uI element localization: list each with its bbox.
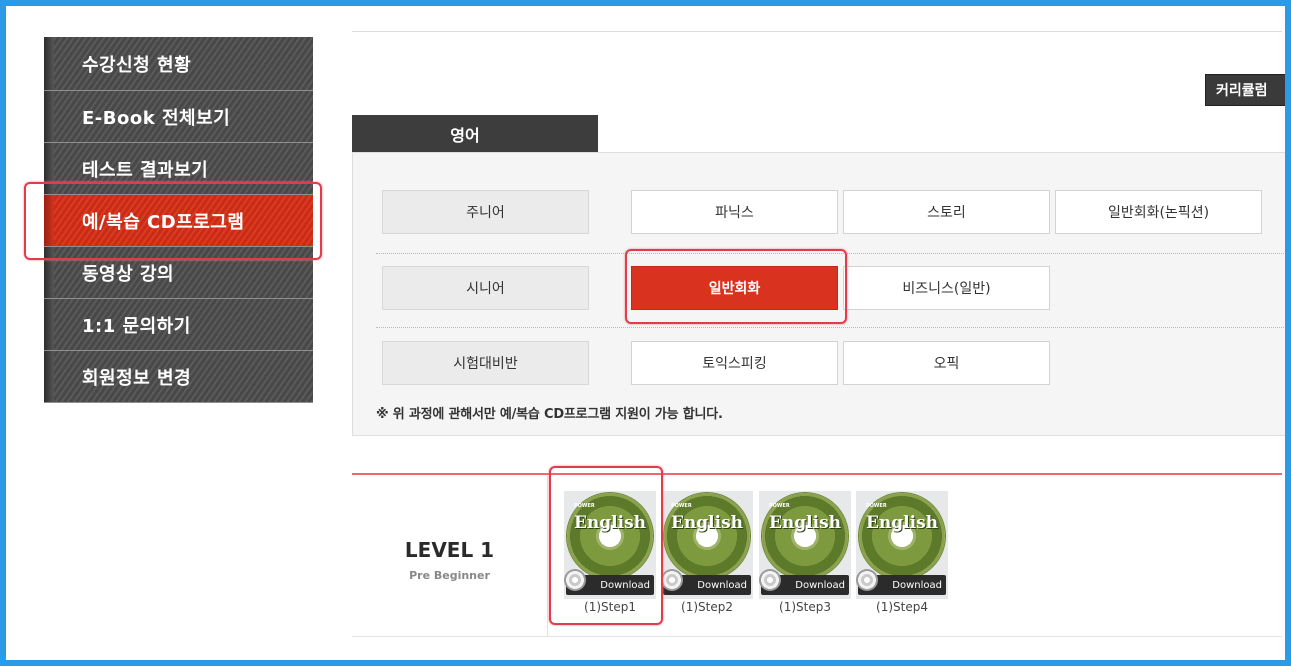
header-divider <box>352 31 1282 32</box>
download-button[interactable]: Download <box>856 569 946 595</box>
disc-icon <box>661 569 683 591</box>
level-section-bottom-divider <box>352 636 1282 637</box>
sidebar-item-ebook[interactable]: E-Book 전체보기 <box>44 91 313 143</box>
category-exam-prep: 시험대비반 <box>382 341 589 385</box>
cd-step-label: (1)Step2 <box>681 600 733 614</box>
disc-icon <box>759 569 781 591</box>
cd-title: English <box>670 513 744 533</box>
support-note: ※ 위 과정에 관해서만 예/복습 CD프로그램 지원이 가능 합니다. <box>376 407 723 422</box>
curriculum-button[interactable]: 커리큘럼 <box>1205 74 1291 106</box>
cd-cover-image: POWER English Download <box>661 491 753 599</box>
course-option-conversation-nonfiction[interactable]: 일반회화(논픽션) <box>1055 190 1262 234</box>
cd-cover-image: POWER English Download <box>759 491 851 599</box>
level-title: LEVEL 1 <box>404 538 495 562</box>
sidebar-item-enrollment-status[interactable]: 수강신청 현황 <box>44 37 313 91</box>
cd-step-3[interactable]: POWER English Download (1)Step3 <box>759 491 851 614</box>
cd-highlight-annotation <box>549 466 663 625</box>
download-label: Download <box>892 579 942 591</box>
category-junior: 주니어 <box>382 190 589 234</box>
cd-brand: POWER <box>769 503 790 509</box>
level-section-column-divider <box>547 475 548 636</box>
download-label: Download <box>697 579 747 591</box>
cd-brand: POWER <box>671 503 692 509</box>
level-section-top-divider <box>352 473 1282 475</box>
sidebar-item-label: E-Book 전체보기 <box>82 107 231 129</box>
cd-cover-image: POWER English Download <box>856 491 948 599</box>
sidebar-highlight-annotation <box>24 182 322 260</box>
cd-title: English <box>768 513 842 533</box>
download-label: Download <box>795 579 845 591</box>
course-option-story[interactable]: 스토리 <box>843 190 1050 234</box>
sidebar-item-label: 회원정보 변경 <box>82 367 192 389</box>
course-option-business[interactable]: 비즈니스(일반) <box>843 266 1050 310</box>
cd-brand: POWER <box>866 503 887 509</box>
download-button[interactable]: Download <box>759 569 849 595</box>
course-option-phonics[interactable]: 파닉스 <box>631 190 838 234</box>
download-button[interactable]: Download <box>661 569 751 595</box>
tab-english[interactable]: 영어 <box>352 115 598 152</box>
cd-title: English <box>865 513 939 533</box>
sidebar-item-inquiry[interactable]: 1:1 문의하기 <box>44 299 313 351</box>
row-divider <box>376 327 1291 328</box>
level-subtitle: Pre Beginner <box>409 569 490 582</box>
cd-step-4[interactable]: POWER English Download (1)Step4 <box>856 491 948 614</box>
cd-step-label: (1)Step4 <box>876 600 928 614</box>
course-option-opic[interactable]: 오픽 <box>843 341 1050 385</box>
cd-step-label: (1)Step3 <box>779 600 831 614</box>
sidebar-item-label: 1:1 문의하기 <box>82 315 191 337</box>
sidebar-item-label: 테스트 결과보기 <box>82 159 209 181</box>
option-highlight-annotation <box>625 249 847 324</box>
category-senior: 시니어 <box>382 266 589 310</box>
sidebar-item-label: 수강신청 현황 <box>82 54 192 76</box>
course-option-toeic-speaking[interactable]: 토익스피킹 <box>631 341 838 385</box>
sidebar-item-member-info[interactable]: 회원정보 변경 <box>44 351 313 403</box>
disc-icon <box>856 569 878 591</box>
cd-step-2[interactable]: POWER English Download (1)Step2 <box>661 491 753 614</box>
sidebar-item-label: 동영상 강의 <box>82 263 175 285</box>
